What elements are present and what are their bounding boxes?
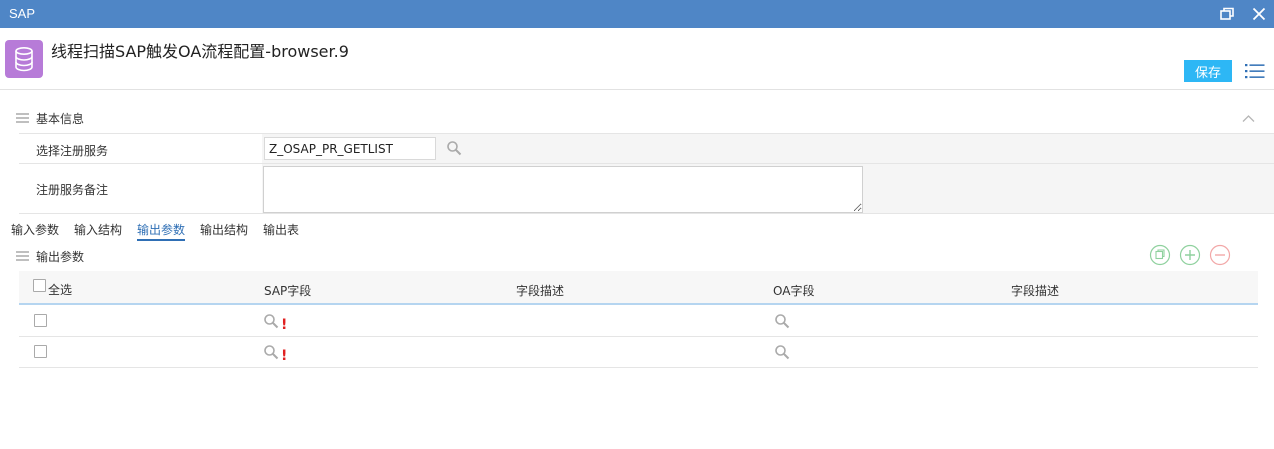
hamburger-icon bbox=[16, 250, 29, 264]
search-icon[interactable] bbox=[446, 140, 462, 159]
search-icon[interactable] bbox=[774, 313, 790, 332]
column-header-field-desc: 字段描述 bbox=[516, 284, 565, 298]
output-params-section-header: 输出参数 bbox=[0, 241, 1274, 269]
field-label: 选择注册服务 bbox=[36, 144, 109, 158]
copy-icon[interactable] bbox=[1149, 244, 1171, 266]
restore-icon[interactable] bbox=[1218, 5, 1236, 23]
column-header-field-desc-2: 字段描述 bbox=[1011, 284, 1060, 298]
page-header: 线程扫描SAP触发OA流程配置-browser.9 保存 bbox=[0, 28, 1274, 90]
field-label: 注册服务备注 bbox=[36, 183, 109, 197]
tab-input-params[interactable]: 输入参数 bbox=[11, 221, 59, 238]
window-title: SAP bbox=[9, 6, 36, 21]
basic-info-section-header: 基本信息 bbox=[0, 103, 1274, 131]
form-row-service: 选择注册服务 bbox=[19, 134, 1274, 164]
tab-output-structure[interactable]: 输出结构 bbox=[200, 221, 248, 238]
window-titlebar: SAP bbox=[0, 0, 1274, 28]
add-icon[interactable] bbox=[1179, 244, 1201, 266]
column-header-select-all: 全选 bbox=[48, 283, 73, 297]
search-icon[interactable] bbox=[263, 344, 279, 363]
remark-textarea[interactable] bbox=[263, 166, 863, 213]
table-row: ! bbox=[19, 306, 1258, 337]
service-input[interactable] bbox=[264, 137, 436, 160]
search-icon[interactable] bbox=[263, 313, 279, 332]
row-checkbox[interactable] bbox=[34, 345, 47, 358]
save-button[interactable]: 保存 bbox=[1184, 60, 1232, 82]
database-icon bbox=[5, 40, 43, 78]
basic-info-form: 选择注册服务 注册服务备注 bbox=[19, 133, 1274, 214]
section-title: 基本信息 bbox=[36, 112, 85, 126]
column-header-sap-field: SAP字段 bbox=[264, 284, 312, 298]
required-mark: ! bbox=[281, 348, 288, 364]
chevron-up-icon[interactable] bbox=[1242, 112, 1255, 126]
menu-list-icon[interactable] bbox=[1245, 62, 1265, 80]
section-title: 输出参数 bbox=[36, 250, 85, 264]
search-icon[interactable] bbox=[774, 344, 790, 363]
tab-output-table[interactable]: 输出表 bbox=[263, 221, 299, 238]
tab-output-params[interactable]: 输出参数 bbox=[137, 221, 186, 241]
table-header: 全选 SAP字段 字段描述 OA字段 字段描述 bbox=[19, 271, 1258, 305]
table-row: ! bbox=[19, 337, 1258, 368]
column-header-oa-field: OA字段 bbox=[773, 284, 815, 298]
required-mark: ! bbox=[281, 317, 288, 333]
form-row-remark: 注册服务备注 bbox=[19, 164, 1274, 214]
tab-input-structure[interactable]: 输入结构 bbox=[74, 221, 122, 238]
hamburger-icon bbox=[16, 112, 29, 126]
page-title: 线程扫描SAP触发OA流程配置-browser.9 bbox=[51, 42, 349, 61]
select-all-checkbox[interactable] bbox=[33, 279, 46, 292]
close-icon[interactable] bbox=[1250, 5, 1268, 23]
remove-icon[interactable] bbox=[1209, 244, 1231, 266]
row-checkbox[interactable] bbox=[34, 314, 47, 327]
